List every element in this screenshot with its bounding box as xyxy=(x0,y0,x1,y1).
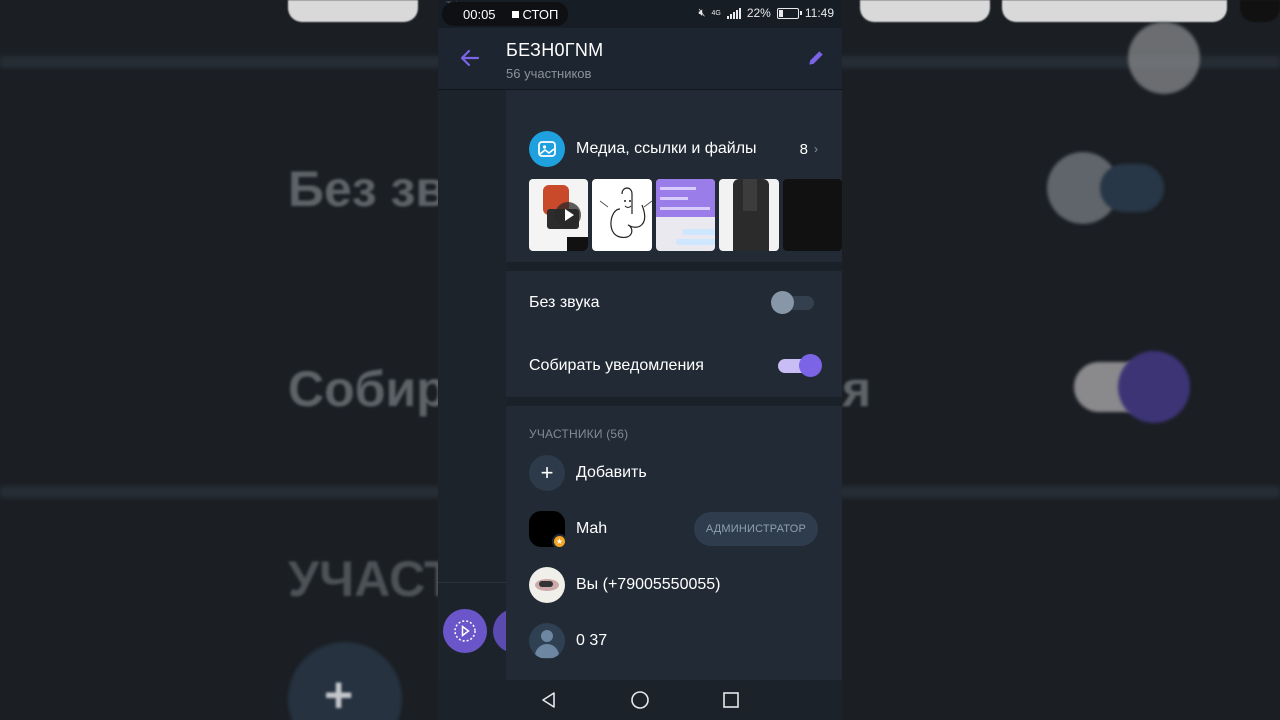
media-thumbnails xyxy=(506,179,842,251)
section-divider xyxy=(506,262,842,271)
add-member-row[interactable]: + Добавить xyxy=(506,445,842,501)
image-icon xyxy=(529,131,565,167)
collect-notifications-row[interactable]: Собирать уведомления xyxy=(506,334,842,397)
play-circle-icon xyxy=(454,620,476,642)
chevron-right-icon: › xyxy=(814,142,818,156)
media-links-files-row[interactable]: Медиа, ссылки и файлы 8 › xyxy=(506,122,842,176)
system-nav-bar xyxy=(438,680,842,720)
member-name: Mah xyxy=(576,520,608,537)
plus-icon: + xyxy=(529,455,565,491)
member-count: 56 участников xyxy=(506,66,592,81)
mute-icon: 🔇︎ xyxy=(698,6,706,19)
chat-header: БЕЗН0ГNM 56 участников xyxy=(438,28,842,90)
underlying-chat-column xyxy=(438,90,506,680)
add-member-label: Добавить xyxy=(576,464,647,481)
media-thumbnail[interactable] xyxy=(592,179,652,251)
bg-scroll-handle xyxy=(1128,22,1200,94)
stop-icon xyxy=(511,10,519,18)
member-row[interactable]: 0 37 xyxy=(506,613,842,669)
group-info-panel: Медиа, ссылки и файлы 8 › Без звука Соби… xyxy=(506,90,842,680)
user-placeholder-icon xyxy=(529,623,565,659)
bg-plus-icon: + xyxy=(324,667,354,720)
notification-settings: Без звука Собирать уведомления xyxy=(506,271,842,397)
recording-time: 00:05 xyxy=(463,6,496,22)
admin-badge: АДМИНИСТРАТОР xyxy=(693,512,818,546)
collect-notifications-toggle[interactable] xyxy=(778,353,822,377)
nav-back-icon[interactable] xyxy=(537,688,561,712)
members-section: УЧАСТНИКИ (56) + Добавить ★ Mah АДМИНИСТ… xyxy=(506,406,842,669)
phone-screen: TeleTele 00:05 СТОП 🔇︎ 4G 22% 11:49 БЕЗН… xyxy=(438,0,842,720)
avatar: ★ xyxy=(529,511,567,549)
media-label: Медиа, ссылки и файлы xyxy=(576,140,757,157)
member-name: 0 37 xyxy=(576,632,608,649)
bg-thumb xyxy=(860,0,990,22)
member-row[interactable]: Вы (+79005550055) xyxy=(506,557,842,613)
voice-chat-button[interactable] xyxy=(443,609,487,653)
media-section: Медиа, ссылки и файлы 8 › xyxy=(506,122,842,308)
bg-thumb xyxy=(288,0,418,22)
mute-row[interactable]: Без звука xyxy=(506,271,842,334)
screen: Без зву Собир я УЧАСТН + TeleTele 00:05 … xyxy=(0,0,1280,720)
star-icon: ★ xyxy=(552,534,567,549)
bg-thumb xyxy=(1240,0,1280,22)
clock: 11:49 xyxy=(804,6,834,20)
stop-recording-button[interactable]: СТОП xyxy=(511,7,558,22)
media-thumbnail[interactable] xyxy=(719,179,779,251)
nav-recents-icon[interactable] xyxy=(719,688,743,712)
status-icons: 🔇︎ 4G 22% 11:49 xyxy=(699,6,834,20)
media-thumbnail[interactable] xyxy=(655,179,716,251)
bg-thumb xyxy=(1002,0,1227,22)
mute-label: Без звука xyxy=(529,293,600,311)
bg-toggle-knob xyxy=(1118,351,1190,423)
back-arrow-icon[interactable] xyxy=(458,46,482,70)
nav-home-icon[interactable] xyxy=(628,688,652,712)
battery-icon xyxy=(776,7,802,19)
media-count: 8 xyxy=(799,140,808,158)
bg-toggle-track xyxy=(1100,164,1164,212)
member-name: Вы (+79005550055) xyxy=(576,576,721,593)
media-thumbnail[interactable] xyxy=(529,179,589,251)
member-row[interactable]: ★ Mah АДМИНИСТРАТОР xyxy=(506,501,842,557)
status-bar: TeleTele 00:05 СТОП 🔇︎ 4G 22% 11:49 xyxy=(438,0,842,28)
avatar xyxy=(529,567,565,603)
bg-collect-tail: я xyxy=(842,361,872,417)
section-divider xyxy=(506,397,842,406)
members-header: УЧАСТНИКИ (56) xyxy=(529,427,629,441)
network-type: 4G xyxy=(711,9,721,17)
media-thumbnail[interactable] xyxy=(782,179,842,251)
mute-toggle[interactable] xyxy=(771,290,814,314)
screen-recorder-pill[interactable]: 00:05 СТОП xyxy=(442,2,568,26)
bg-collect-text: Собир xyxy=(288,361,447,417)
group-title: БЕЗН0ГNM xyxy=(506,40,604,60)
play-icon xyxy=(555,202,581,228)
battery-percent: 22% xyxy=(746,6,771,20)
pencil-icon[interactable] xyxy=(806,48,826,68)
collect-notifications-label: Собирать уведомления xyxy=(529,356,704,374)
signal-icon xyxy=(726,7,741,19)
